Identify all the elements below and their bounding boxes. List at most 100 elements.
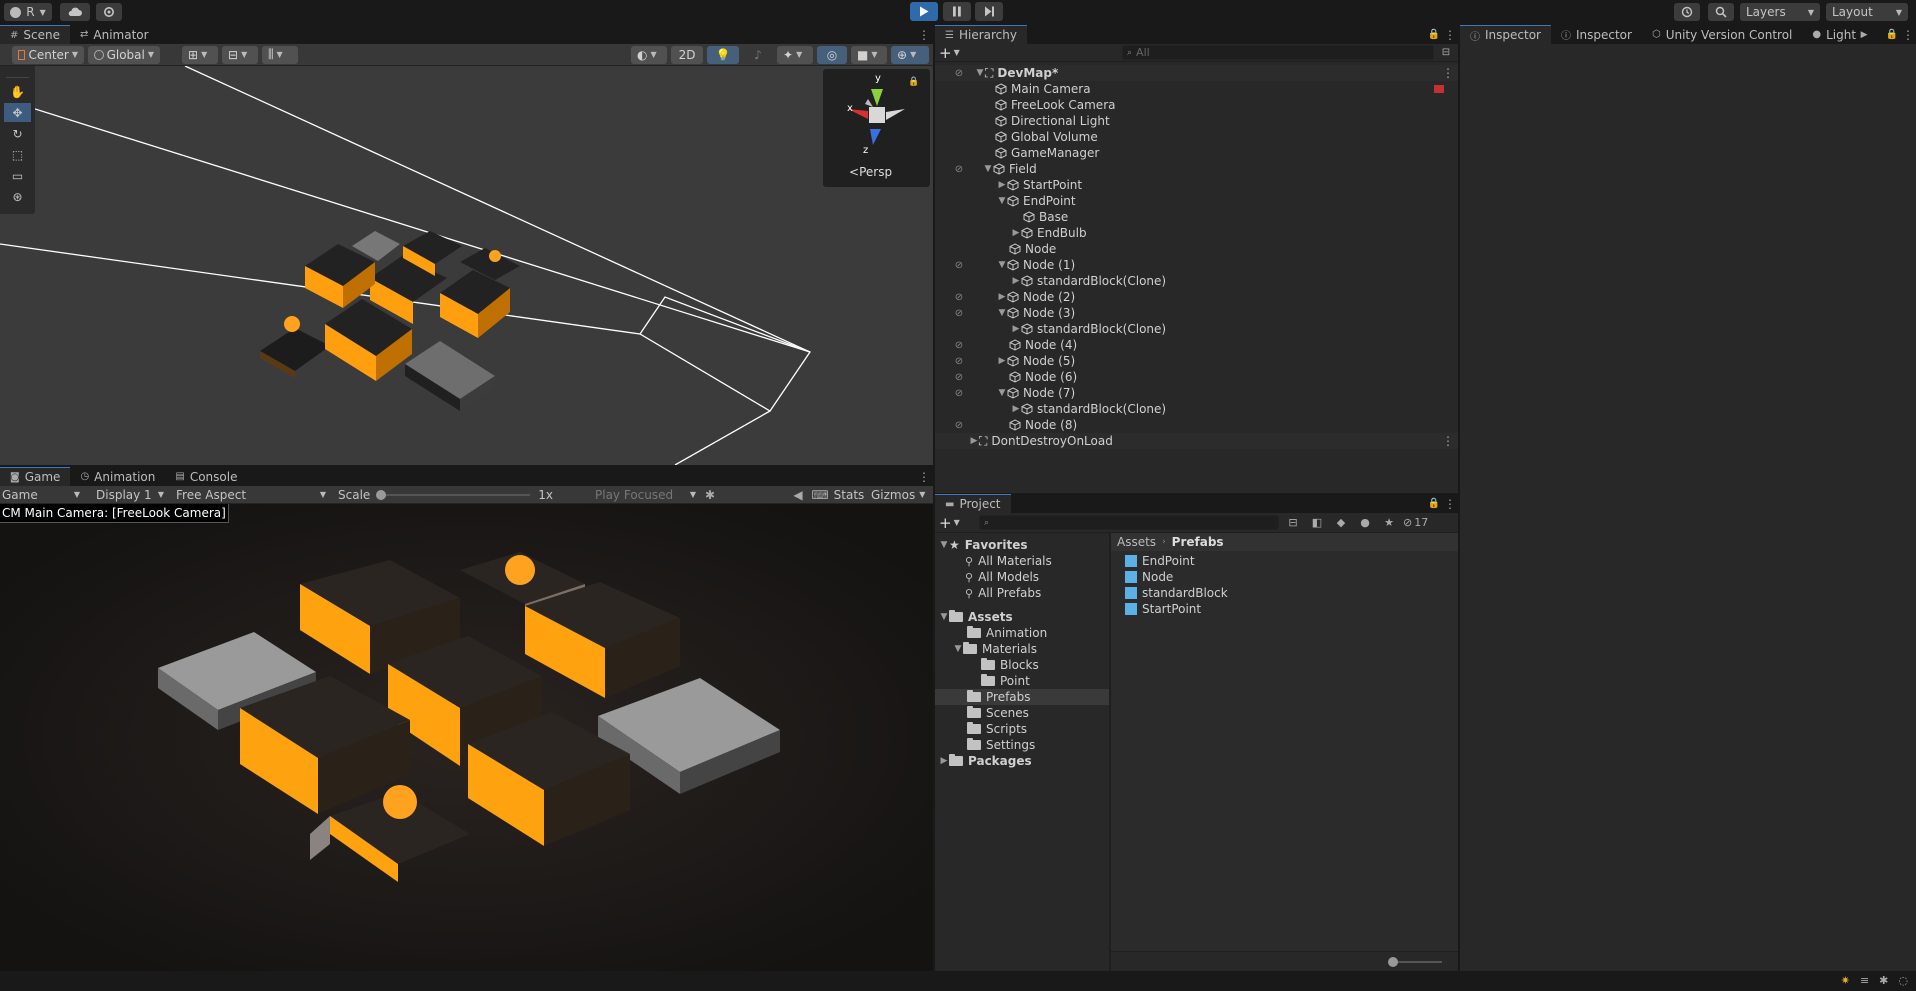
asset-startpoint[interactable]: StartPoint [1125, 601, 1201, 617]
hierarchy-item-node-1[interactable]: ⊘ ▼ Node (1) [935, 257, 1458, 273]
hierarchy-item-directional-light[interactable]: Directional Light [935, 113, 1458, 129]
folder-prefabs[interactable]: Prefabs [935, 689, 1109, 705]
hidden-objects-toggle[interactable]: ◎ [817, 45, 847, 64]
stats-button[interactable]: Stats [831, 488, 867, 502]
hidden-packages-toggle[interactable]: ⊘ 17 [1403, 516, 1435, 529]
rect-tool-icon[interactable]: ▭ [4, 166, 31, 185]
filter-by-label-icon[interactable]: ◆ [1331, 516, 1351, 529]
hierarchy-row-menu-icon[interactable]: ⋮ [1442, 66, 1458, 80]
expand-arrow-icon[interactable]: ▼ [997, 308, 1007, 318]
game-gizmos-dropdown[interactable]: Gizmos ▼ [867, 486, 933, 504]
inspector-menu-icon[interactable]: ⋮ [1900, 25, 1916, 44]
camera-settings-dropdown[interactable]: ■ ▼ [851, 45, 887, 64]
hierarchy-item-freelook-camera[interactable]: FreeLook Camera [935, 97, 1458, 113]
pause-button[interactable] [943, 2, 971, 21]
layers-dropdown[interactable]: Layers ▼ [1740, 3, 1820, 21]
expand-arrow-icon[interactable]: ▶ [1011, 404, 1021, 414]
expand-arrow-icon[interactable]: ▶ [997, 356, 1007, 366]
step-button[interactable] [975, 2, 1003, 21]
inspector-lock-icon[interactable]: 🔒 [1884, 25, 1900, 44]
breadcrumb-prefabs[interactable]: Prefabs [1172, 535, 1224, 549]
visibility-icon[interactable]: ⊘ [953, 68, 965, 79]
folder-animation[interactable]: Animation [967, 625, 1047, 641]
expand-arrow-icon[interactable]: ▶ [969, 436, 979, 446]
tab-overflow-icon[interactable]: ▶ [1858, 25, 1870, 44]
visibility-icon[interactable]: ⊘ [953, 388, 965, 399]
display-dropdown[interactable]: Display 1 ▼ [86, 486, 168, 504]
scale-tool-icon[interactable]: ⬚ [4, 145, 31, 164]
increment-snap-dropdown[interactable]: ⫼ ▼ [262, 45, 298, 64]
breadcrumb-assets[interactable]: Assets [1117, 535, 1156, 549]
hierarchy-item-node-3[interactable]: ⊘ ▼ Node (3) [935, 305, 1458, 321]
hierarchy-create-button[interactable]: + ▼ [939, 44, 969, 62]
visibility-icon[interactable]: ⊘ [953, 340, 965, 351]
expand-arrow-icon[interactable]: ▶ [1011, 228, 1021, 238]
hierarchy-item-node-4[interactable]: ⊘ Node (4) [935, 337, 1458, 353]
hierarchy-item-base[interactable]: Base [935, 209, 1458, 225]
visibility-icon[interactable]: ⊘ [953, 164, 965, 175]
display-mode-dropdown[interactable]: Game ▼ [0, 486, 86, 504]
hierarchy-item-startpoint[interactable]: ▶ StartPoint [935, 177, 1458, 193]
cache-server-icon[interactable]: ≡ [1860, 974, 1869, 987]
tab-animator[interactable]: ⇄ Animator [70, 25, 159, 44]
favorites-header[interactable]: ▼ ★ Favorites [939, 537, 1028, 553]
folder-materials[interactable]: ▼ Materials [953, 641, 1037, 657]
scene-viewport[interactable]: ✋ ✥ ↻ ⬚ ▭ ⊛ y x z 🔒 <Persp [0, 66, 933, 465]
hierarchy-item-node-6[interactable]: ⊘ Node (6) [935, 369, 1458, 385]
expand-arrow-icon[interactable]: ▼ [953, 644, 963, 654]
icon-size-slider[interactable] [1388, 957, 1442, 967]
game-panel-menu-icon[interactable]: ⋮ [915, 467, 933, 486]
tab-animation[interactable]: ◷ Animation [70, 467, 165, 486]
mode-2d-toggle[interactable]: 2D [671, 45, 703, 64]
hierarchy-row-menu-icon[interactable]: ⋮ [1442, 434, 1458, 448]
asset-standardblock[interactable]: standardBlock [1125, 585, 1228, 601]
expand-arrow-icon[interactable]: ▶ [1011, 324, 1021, 334]
asset-endpoint[interactable]: EndPoint [1125, 553, 1195, 569]
play-focused-dropdown[interactable]: Play Focused ▼ [595, 486, 700, 504]
favorite-all-materials[interactable]: ⚲ All Materials [965, 553, 1052, 569]
orientation-gizmo[interactable]: y x z 🔒 <Persp [823, 69, 930, 187]
hierarchy-item-field[interactable]: ⊘ ▼ Field [935, 161, 1458, 177]
hierarchy-item-node-8[interactable]: ⊘ Node (8) [935, 417, 1458, 433]
effects-dropdown[interactable]: ✦ ▼ [777, 45, 813, 64]
cloud-button[interactable] [60, 3, 90, 21]
pivot-dropdown[interactable]: Center ▼ [12, 45, 84, 64]
expand-arrow-icon[interactable]: ▼ [997, 260, 1007, 270]
expand-arrow-icon[interactable]: ▼ [939, 612, 949, 622]
aspect-dropdown[interactable]: Free Aspect ▼ [168, 486, 330, 504]
hierarchy-menu-icon[interactable]: ⋮ [1442, 25, 1458, 44]
folder-scripts[interactable]: Scripts [967, 721, 1027, 737]
favorite-all-models[interactable]: ⚲ All Models [965, 569, 1039, 585]
project-lock-icon[interactable]: 🔒 [1426, 494, 1442, 513]
visibility-icon[interactable]: ⊘ [953, 292, 965, 303]
game-viewport[interactable]: CM Main Camera: [FreeLook Camera] [0, 504, 933, 971]
hierarchy-item-devmap[interactable]: ⊘ ▼ ⛶ DevMap* ⋮ [935, 65, 1458, 81]
play-button[interactable] [910, 2, 938, 21]
rotate-tool-icon[interactable]: ↻ [4, 124, 31, 143]
folder-settings[interactable]: Settings [967, 737, 1035, 753]
hierarchy-lock-icon[interactable]: 🔒 [1426, 25, 1442, 44]
visibility-icon[interactable]: ⊘ [953, 356, 965, 367]
hierarchy-item-node-7[interactable]: ⊘ ▼ Node (7) [935, 385, 1458, 401]
icon-size-slider-thumb[interactable] [1388, 957, 1398, 967]
hierarchy-item-global-volume[interactable]: Global Volume [935, 129, 1458, 145]
favorite-all-prefabs[interactable]: ⚲ All Prefabs [965, 585, 1041, 601]
scale-slider[interactable] [376, 489, 531, 500]
shading-mode-dropdown[interactable]: ◐ ▼ [631, 45, 667, 64]
audio-toggle[interactable]: ♪ [743, 45, 773, 64]
account-dropdown[interactable]: R ▼ [4, 3, 52, 21]
hierarchy-item-node[interactable]: Node [935, 241, 1458, 257]
tab-light[interactable]: ● Light [1802, 25, 1858, 44]
expand-arrow-icon[interactable]: ▼ [975, 68, 985, 78]
project-search-input[interactable]: ⌕ [979, 515, 1279, 530]
expand-arrow-icon[interactable]: ▶ [997, 292, 1007, 302]
folder-packages[interactable]: ▶ Packages [939, 753, 1032, 769]
lighting-progress-icon[interactable]: ✷ [1841, 974, 1850, 987]
layout-dropdown[interactable]: Layout ▼ [1826, 3, 1908, 21]
expand-arrow-icon[interactable]: ▶ [997, 180, 1007, 190]
folder-blocks[interactable]: Blocks [981, 657, 1039, 673]
project-create-button[interactable]: + ▼ [939, 514, 969, 532]
asset-node[interactable]: Node [1125, 569, 1173, 585]
hierarchy-item-endbulb[interactable]: ▶ EndBulb [935, 225, 1458, 241]
search-by-type-icon[interactable]: ⊟ [1283, 516, 1303, 529]
